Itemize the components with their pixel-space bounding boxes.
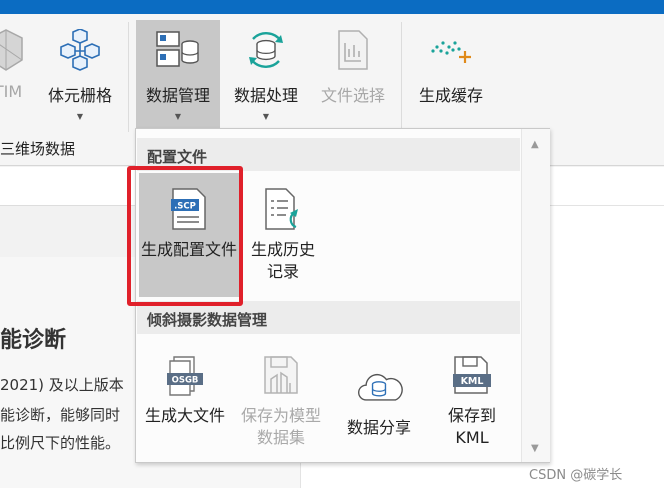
scroll-up-icon[interactable]: ▲: [531, 139, 539, 150]
generate-history-button[interactable]: 生成历史记录: [243, 173, 323, 297]
document-line: 2021) 及以上版本: [0, 376, 124, 394]
document-line: 能诊断，能够同时: [0, 406, 121, 424]
voxel-grid-icon: [56, 26, 104, 74]
data-manage-icon: [154, 26, 202, 74]
ribbon-group-label: 三维场数据: [0, 140, 76, 158]
ribbon-button-voxel-grid[interactable]: 体元栅格 ▼: [41, 20, 119, 128]
data-share-button[interactable]: 数据分享: [334, 347, 424, 459]
ribbon-button-file-select[interactable]: 文件选择: [313, 20, 393, 128]
generate-cache-icon: [427, 26, 475, 74]
cube-grid-icon: [0, 26, 32, 74]
ribbon-separator: [128, 22, 129, 132]
data-share-icon: [355, 363, 403, 411]
document-heading: 能诊断: [0, 328, 67, 353]
title-bar: [0, 0, 664, 14]
generate-large-file-button[interactable]: OSGB 生成大文件: [142, 347, 228, 459]
chevron-down-icon: ▼: [262, 112, 270, 121]
save-model-dataset-icon: [257, 351, 305, 399]
ribbon-button-tim[interactable]: TIM: [0, 20, 30, 128]
svg-text:KML: KML: [461, 376, 484, 387]
save-model-dataset-button[interactable]: 保存为模型数据集: [236, 347, 326, 459]
ribbon-button-generate-cache[interactable]: 生成缓存: [410, 20, 492, 128]
watermark: CSDN @碳学长: [529, 468, 623, 483]
data-process-icon: [242, 26, 290, 74]
chevron-down-icon: ▼: [174, 112, 182, 121]
dropdown-scrollbar[interactable]: ▲ ▼: [521, 129, 550, 462]
highlight-box: [127, 166, 243, 306]
file-select-icon: [329, 26, 377, 74]
ribbon-separator: [401, 22, 402, 132]
osgb-file-icon: OSGB: [161, 351, 209, 399]
ribbon-button-data-process[interactable]: 数据处理 ▼: [226, 20, 306, 128]
chevron-down-icon: ▼: [76, 112, 84, 121]
kml-file-icon: KML: [448, 351, 496, 399]
scroll-down-icon[interactable]: ▼: [531, 443, 539, 454]
svg-text:OSGB: OSGB: [172, 376, 199, 386]
document-line: 比例尺下的性能。: [0, 434, 121, 452]
save-to-kml-button[interactable]: KML 保存到KML: [432, 347, 512, 459]
history-record-icon: [259, 185, 307, 233]
ribbon-button-data-manage[interactable]: 数据管理 ▼: [136, 20, 220, 134]
